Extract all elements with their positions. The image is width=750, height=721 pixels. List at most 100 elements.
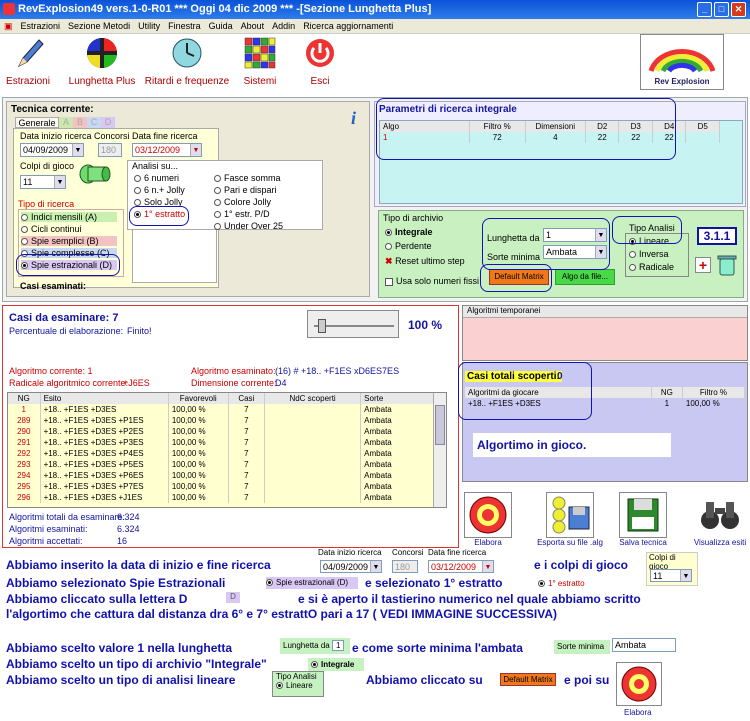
menu-utility[interactable]: Utility: [134, 19, 164, 34]
col-filtro2: Filtro %: [682, 387, 746, 398]
toolbar-sistemi-button[interactable]: Sistemi: [238, 36, 282, 87]
toolbar-estrazioni-button[interactable]: Estrazioni: [4, 36, 52, 87]
archivio-title: Tipo di archivio: [383, 213, 444, 223]
tab-c[interactable]: C: [87, 117, 101, 128]
info-icon[interactable]: i: [351, 108, 356, 129]
archivio-integrale[interactable]: Integrale: [385, 227, 433, 237]
toolbar-label: Ritardi e frequenze: [144, 76, 230, 87]
table-row[interactable]: 294 +18.. +F1ES +D3ES +P6ES 100,00 % 7 Ambat…: [8, 470, 436, 481]
col-d5: D5: [685, 121, 720, 132]
colpi-select[interactable]: 11 ▼: [20, 175, 66, 189]
perc-label: Percentuale di elaborazione:: [9, 326, 124, 336]
inset-spie-estrazionali: Spie estrazionali (D): [266, 577, 358, 589]
casi-scrollbar[interactable]: [433, 393, 446, 507]
casi-title: Casi da esaminare: 7: [9, 312, 119, 324]
highlight-parametri: [376, 98, 676, 160]
dimensione-value: D4: [275, 378, 287, 388]
inset-concorsi: 180: [392, 560, 418, 573]
analisi-pari-dispari[interactable]: Pari e dispari: [214, 185, 277, 195]
export-icon: [546, 492, 594, 538]
inset-elabora-icon: [616, 662, 662, 706]
visualizza-button[interactable]: Visualizza esiti: [690, 492, 750, 547]
minimize-icon[interactable]: _: [697, 2, 712, 17]
salva-button[interactable]: Salva tecnica: [616, 492, 670, 547]
table-row[interactable]: 291 +18.. +F1ES +D3ES +P3ES 100,00 % 7 Ambat…: [8, 437, 436, 448]
table-row[interactable]: 295 +18.. +F1ES +D3ES +P7ES 100,00 % 7 Ambat…: [8, 481, 436, 492]
analisi-fasce-somma[interactable]: Fasce somma: [214, 173, 281, 183]
col-favorevoli: Favorevoli: [168, 393, 229, 404]
archivio-perdente[interactable]: Perdente: [385, 241, 432, 251]
stat-accettati-label: Algoritmi accettati:: [9, 536, 83, 546]
analisi-6-numeri[interactable]: 6 numeri: [134, 173, 179, 183]
analisi-under-over[interactable]: Under Over 25: [214, 221, 283, 231]
trash-icon[interactable]: [715, 253, 739, 277]
tab-b[interactable]: B: [73, 117, 87, 128]
inset-data-fine-label: Data fine ricerca: [428, 548, 487, 557]
toolbar-label: Esci: [310, 76, 330, 87]
tipo-spie-semplici[interactable]: Spie semplici (B): [21, 236, 117, 246]
menu-about[interactable]: About: [237, 19, 269, 34]
toolbar-lunghetta-plus-button[interactable]: Lunghetta Plus: [64, 36, 140, 87]
note-line-1b: e i colpi di gioco: [534, 558, 629, 572]
table-row[interactable]: 293 +18.. +F1ES +D3ES +P5ES 100,00 % 7 Ambat…: [8, 459, 436, 470]
color-wheel-icon: [85, 36, 119, 70]
inset-sorte-label: Sorte minima: [554, 640, 610, 654]
inset-data-inizio-label: Data inizio ricerca: [318, 548, 382, 557]
note-line-2: Abbiamo selezionato Spie Estrazionali: [6, 576, 226, 590]
table-row[interactable]: 296 +18.. +F1ES +D3ES +J1ES 100,00 % 7 Ambat…: [8, 492, 436, 503]
table-row[interactable]: 290 +18.. +F1ES +D3ES +P2ES 100,00 % 7 Ambat…: [8, 426, 436, 437]
esporta-button[interactable]: Esporta su file .alg: [530, 492, 610, 547]
usa-solo-checkbox[interactable]: Usa solo numeri fissi: [385, 276, 479, 286]
toolbar-ritardi-button[interactable]: Ritardi e frequenze: [142, 36, 232, 87]
title-bar: RevExplosion49 vers.1-0-R01 *** Oggi 04 …: [0, 0, 750, 19]
analisi-1-estr-pd[interactable]: 1° estr. P/D: [214, 209, 270, 219]
progress-slider[interactable]: [307, 310, 399, 338]
colpi-label: Colpi di gioco: [20, 161, 75, 171]
col-casi: Casi: [228, 393, 265, 404]
stat-accettati-value: 16: [117, 536, 128, 546]
table-row[interactable]: 292 +18.. +F1ES +D3ES +P4ES 100,00 % 7 Ambat…: [8, 448, 436, 459]
algo-da-file-button[interactable]: Algo da file...: [555, 269, 615, 285]
data-inizio-label: Data inizio ricerca: [20, 131, 92, 141]
data-inizio-input[interactable]: 04/09/2009 ▼: [20, 143, 84, 157]
table-row[interactable]: 1 +18.. +F1ES +D3ES 100,00 % 7 Ambata: [8, 404, 436, 415]
menu-addin[interactable]: Addin: [268, 19, 299, 34]
tab-a[interactable]: A: [59, 117, 73, 128]
algo-esaminato-value: (16) # +18.. +F1ES xD6ES7ES: [275, 366, 400, 376]
maximize-icon[interactable]: □: [714, 2, 729, 17]
menu-ricerca-aggiornamenti[interactable]: Ricerca aggiornamenti: [299, 19, 397, 34]
analisi-radicale[interactable]: Radicale: [629, 262, 674, 272]
menu-guida[interactable]: Guida: [205, 19, 237, 34]
analisi-inversa[interactable]: Inversa: [629, 249, 669, 259]
toolbar-esci-button[interactable]: Esci: [300, 36, 340, 87]
add-icon[interactable]: +: [695, 257, 711, 273]
menu-estrazioni[interactable]: Estrazioni: [17, 19, 65, 34]
analisi-6-jolly[interactable]: 6 n.+ Jolly: [134, 185, 185, 195]
inset-data-inizio: 04/09/2009 ▼: [320, 560, 382, 573]
percent-value: 100 %: [408, 318, 443, 332]
close-icon[interactable]: ✕: [731, 2, 746, 17]
tab-d[interactable]: D: [101, 117, 115, 128]
inset-lunghetta: Lunghetta da 1: [280, 638, 350, 654]
reset-step-button[interactable]: ✖ Reset ultimo step: [385, 256, 465, 267]
inset-concorsi-label: Concorsi: [392, 548, 424, 557]
inset-sorte-value: Ambata: [612, 638, 676, 652]
menu-sezione-metodi[interactable]: Sezione Metodi: [64, 19, 134, 34]
tipo-indici[interactable]: Indici mensili (A): [21, 212, 117, 222]
toolbar: Estrazioni Lunghetta Plus Ritardi e freq…: [0, 34, 750, 96]
inset-1-estratto: 1° estratto: [538, 579, 585, 588]
casi-panel: Casi da esaminare: 7 Percentuale di elab…: [2, 305, 459, 548]
tipo-cicli[interactable]: Cicli continui: [21, 224, 117, 234]
floppy-icon: [619, 492, 667, 538]
tab-generale[interactable]: Generale: [15, 117, 59, 128]
data-fine-input[interactable]: 03/12/2009 ▼: [132, 143, 202, 157]
note-line-7c: e poi su: [564, 673, 610, 687]
note-line-5b: e come sorte minima l'ambata: [352, 641, 523, 655]
window-title: RevExplosion49 vers.1-0-R01 *** Oggi 04 …: [18, 3, 432, 15]
menu-finestra[interactable]: Finestra: [164, 19, 205, 34]
table-row[interactable]: 289 +18.. +F1ES +D3ES +P1ES 100,00 % 7 Ambat…: [8, 415, 436, 426]
casi-grid: NG Esito Favorevoli Casi NdC scoperti So…: [7, 392, 447, 508]
analisi-colore-jolly[interactable]: Colore Jolly: [214, 197, 271, 207]
menu-app-icon: ▣: [4, 21, 13, 31]
elabora-button[interactable]: Elabora: [463, 492, 513, 547]
